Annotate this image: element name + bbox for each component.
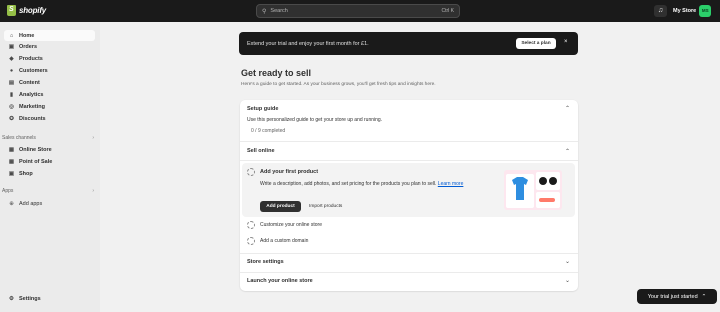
task-status-circle-icon[interactable] [247,168,255,176]
sidebar-item-settings[interactable]: ⚙ Settings [4,293,95,304]
store-menu[interactable]: My Store MS [673,4,712,18]
inbox-icon: ▣ [8,43,15,50]
person-icon: ● [9,67,14,74]
select-plan-button[interactable]: Select a plan [516,38,556,49]
sidebar-item-point-of-sale[interactable]: ▦ Point of Sale [4,156,95,167]
sales-channels-label: Sales channels [2,135,36,141]
learn-more-link[interactable]: Learn more [438,181,464,187]
shopify-bag-icon [7,5,16,16]
sidebar: ⌂ Home ▣ Orders ◆ Products ● Customers ▤… [0,22,100,312]
bar-chart-icon: ▮ [9,91,14,98]
sidebar-item-marketing[interactable]: ◎ Marketing [4,101,95,112]
search-placeholder: Search [270,8,288,14]
sell-online-title: Sell online [247,148,275,154]
chevron-right-icon: › [92,188,94,194]
page-subtitle: Here's a guide to get started. As your b… [241,82,436,87]
sidebar-item-discounts[interactable]: ✪ Discounts [4,113,95,124]
trial-label: Your trial just started [647,293,698,300]
progress-text: 0 / 9 completed [251,128,286,134]
chevron-down-icon[interactable]: ⌄ [565,277,570,284]
sidebar-item-analytics[interactable]: ▮ Analytics [4,89,95,100]
sidebar-item-content[interactable]: ▤ Content [4,77,95,88]
top-bar: shopify ⚲ Search Ctrl K ♫ My Store MS [0,0,720,22]
setup-guide-card: Setup guide ⌃ Use this personalized guid… [240,100,578,291]
divider [240,141,578,142]
shop-icon: ▣ [8,170,15,177]
notification-bell-icon[interactable]: ♫ [654,5,667,17]
search-bar[interactable]: ⚲ Search Ctrl K [256,4,460,18]
chevron-up-icon: ⌃ [701,293,707,300]
sales-channels-header[interactable]: Sales channels › [2,135,94,141]
banner-text: Extend your trial and enjoy your first m… [247,40,369,47]
sidebar-item-shop[interactable]: ▣ Shop [4,168,95,179]
apps-header[interactable]: Apps › [2,188,94,194]
chevron-down-icon[interactable]: ⌄ [565,258,570,265]
products-illustration [504,170,562,210]
page-title: Get ready to sell [241,68,312,78]
close-icon[interactable]: × [564,39,568,45]
chevron-up-icon[interactable]: ⌃ [565,148,570,155]
sidebar-item-label: Shop [19,170,33,177]
trial-status-button[interactable]: Your trial just started ⌃ [637,289,717,304]
shopify-logo[interactable]: shopify [7,5,46,16]
task-description: Write a description, add photos, and set… [260,180,464,188]
store-icon: ▦ [8,146,15,153]
sidebar-item-label: Online Store [19,146,52,153]
sidebar-item-label: Marketing [19,103,45,110]
task-status-circle-icon[interactable] [247,221,255,229]
apps-label: Apps [2,188,14,194]
chevron-up-icon[interactable]: ⌃ [565,105,570,112]
plus-circle-icon: ⊕ [9,200,14,207]
sidebar-item-label: Point of Sale [19,158,53,165]
discount-icon: ✪ [9,115,14,122]
search-shortcut: Ctrl K [441,8,455,14]
target-icon: ◎ [9,103,14,110]
task-description-text: Write a description, add photos, and set… [260,181,437,187]
sidebar-item-add-apps[interactable]: ⊕ Add apps [4,198,95,209]
sidebar-item-label: Settings [19,295,41,302]
launch-store-title[interactable]: Launch your online store [247,278,313,284]
store-name: My Store [673,8,697,14]
import-products-button[interactable]: Import products [309,201,342,212]
gear-icon: ⚙ [9,295,14,302]
task-custom-domain[interactable]: Add a custom domain [260,238,308,244]
task-customize-store[interactable]: Customize your online store [260,222,322,228]
sidebar-item-label: Analytics [19,91,44,98]
sidebar-item-label: Content [19,79,40,86]
pos-icon: ▦ [8,158,15,165]
sidebar-item-label: Products [19,55,43,62]
chevron-right-icon: › [92,135,94,141]
store-settings-title[interactable]: Store settings [247,259,284,265]
divider [240,160,578,161]
sidebar-item-customers[interactable]: ● Customers [4,65,95,76]
add-product-button[interactable]: Add product [260,201,301,212]
sidebar-item-label: Home [19,32,35,39]
divider [240,272,578,273]
home-icon: ⌂ [9,32,14,39]
sidebar-item-products[interactable]: ◆ Products [4,53,95,64]
content-icon: ▤ [8,79,15,86]
task-title: Add your first product [260,169,319,175]
sidebar-item-label: Orders [19,43,38,50]
sidebar-item-label: Discounts [19,115,46,122]
setup-guide-title: Setup guide [247,106,279,112]
tag-icon: ◆ [9,55,14,62]
search-icon: ⚲ [262,8,267,15]
task-status-circle-icon[interactable] [247,237,255,245]
sidebar-item-label: Customers [19,67,48,74]
setup-guide-description: Use this personalized guide to get your … [247,117,383,123]
brand-name: shopify [19,6,47,15]
sidebar-item-home[interactable]: ⌂ Home [4,30,95,41]
sidebar-item-label: Add apps [19,200,43,207]
sidebar-item-online-store[interactable]: ▦ Online Store [4,144,95,155]
store-avatar: MS [699,5,712,17]
divider [240,253,578,254]
trial-banner: Extend your trial and enjoy your first m… [239,32,578,55]
sidebar-item-orders[interactable]: ▣ Orders [4,41,95,52]
